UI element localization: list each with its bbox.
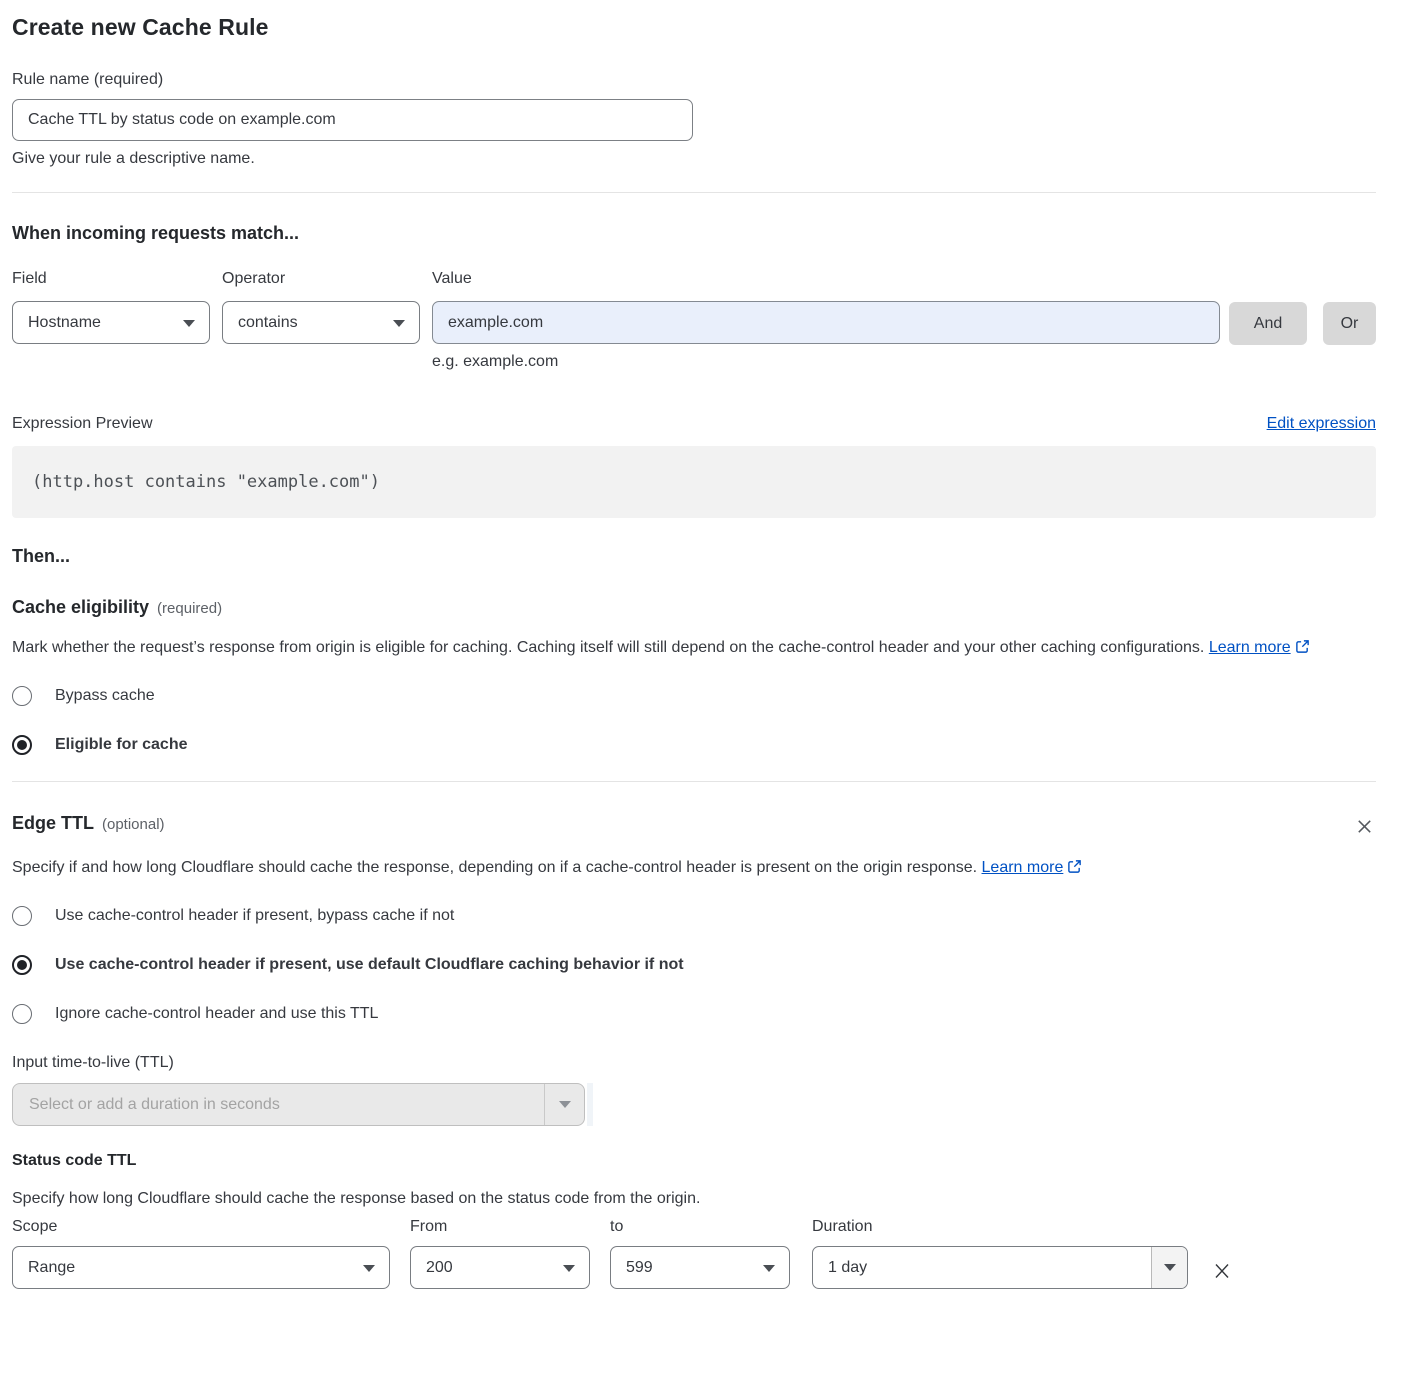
radio-use-header-bypass[interactable]: Use cache-control header if present, byp… bbox=[12, 906, 1376, 926]
page-title: Create new Cache Rule bbox=[12, 14, 1376, 41]
from-select[interactable]: 200 bbox=[410, 1246, 590, 1289]
field-select[interactable]: Hostname bbox=[12, 301, 210, 344]
radio-icon bbox=[12, 686, 32, 706]
to-select-value: 599 bbox=[626, 1259, 653, 1277]
ttl-duration-select[interactable]: Select or add a duration in seconds bbox=[12, 1083, 585, 1126]
external-link-icon bbox=[1067, 856, 1082, 884]
dropdown-arrow-segment bbox=[544, 1084, 584, 1125]
chevron-down-icon bbox=[393, 320, 405, 327]
operator-label: Operator bbox=[222, 270, 420, 288]
decorative-strip bbox=[587, 1083, 593, 1126]
external-link-icon bbox=[1295, 636, 1310, 664]
scope-select-value: Range bbox=[28, 1259, 75, 1277]
to-column: to 599 bbox=[610, 1218, 790, 1289]
expression-preview-row: Expression Preview Edit expression bbox=[12, 415, 1376, 433]
chevron-down-icon bbox=[363, 1265, 375, 1272]
radio-eligible-for-cache[interactable]: Eligible for cache bbox=[12, 735, 1376, 755]
radio-icon bbox=[12, 1004, 32, 1024]
close-edge-ttl-button[interactable] bbox=[1353, 815, 1376, 841]
radio-ignore-header[interactable]: Ignore cache-control header and use this… bbox=[12, 1004, 1376, 1024]
field-label: Field bbox=[12, 270, 210, 288]
value-column: Value e.g. example.com bbox=[432, 270, 1220, 371]
status-code-ttl-heading: Status code TTL bbox=[12, 1152, 1376, 1170]
ttl-input-label: Input time-to-live (TTL) bbox=[12, 1054, 1376, 1072]
from-select-value: 200 bbox=[426, 1259, 453, 1277]
duration-select[interactable]: 1 day bbox=[812, 1246, 1188, 1289]
duration-column: Duration 1 day bbox=[812, 1218, 1188, 1289]
from-column: From 200 bbox=[410, 1218, 590, 1289]
rule-name-label: Rule name (required) bbox=[12, 71, 1376, 89]
status-code-ttl-row: Scope Range From 200 to 599 Duration 1 d… bbox=[12, 1218, 1376, 1289]
operator-select-value: contains bbox=[238, 314, 298, 332]
value-help: e.g. example.com bbox=[432, 353, 1220, 371]
chevron-down-icon bbox=[1164, 1264, 1176, 1271]
expression-preview-box: (http.host contains "example.com") bbox=[12, 446, 1376, 518]
then-heading: Then... bbox=[12, 546, 1376, 567]
to-select[interactable]: 599 bbox=[610, 1246, 790, 1289]
section-divider bbox=[12, 781, 1376, 782]
radio-icon bbox=[12, 906, 32, 926]
edit-expression-link[interactable]: Edit expression bbox=[1267, 415, 1376, 433]
edge-ttl-heading: Edge TTL(optional) bbox=[12, 813, 165, 834]
edge-ttl-header: Edge TTL(optional) bbox=[12, 813, 1376, 841]
section-divider bbox=[12, 192, 1376, 193]
chevron-down-icon bbox=[183, 320, 195, 327]
value-input[interactable] bbox=[432, 301, 1220, 344]
value-label: Value bbox=[432, 270, 1220, 288]
rule-name-help: Give your rule a descriptive name. bbox=[12, 150, 1376, 168]
radio-use-header-default[interactable]: Use cache-control header if present, use… bbox=[12, 955, 1376, 975]
learn-more-link[interactable]: Learn more bbox=[1209, 639, 1291, 656]
from-label: From bbox=[410, 1218, 590, 1236]
and-button[interactable]: And bbox=[1229, 302, 1307, 345]
chevron-down-icon bbox=[559, 1101, 571, 1108]
cache-eligibility-heading: Cache eligibility(required) bbox=[12, 597, 1376, 618]
edge-ttl-description: Specify if and how long Cloudflare shoul… bbox=[12, 854, 1117, 884]
duration-label: Duration bbox=[812, 1218, 1188, 1236]
chevron-down-icon bbox=[763, 1265, 775, 1272]
optional-note: (optional) bbox=[102, 816, 165, 833]
or-button[interactable]: Or bbox=[1323, 302, 1376, 345]
duration-select-value: 1 day bbox=[828, 1259, 867, 1277]
operator-column: Operator contains bbox=[222, 270, 420, 344]
match-expression-row: Field Hostname Operator contains Value e… bbox=[12, 270, 1376, 371]
operator-select[interactable]: contains bbox=[222, 301, 420, 344]
scope-column: Scope Range bbox=[12, 1218, 390, 1289]
delete-status-code-row-button[interactable] bbox=[1210, 1259, 1234, 1286]
scope-select[interactable]: Range bbox=[12, 1246, 390, 1289]
status-code-ttl-description: Specify how long Cloudflare should cache… bbox=[12, 1190, 1376, 1208]
close-icon bbox=[1355, 817, 1374, 836]
expression-preview-label: Expression Preview bbox=[12, 415, 153, 433]
radio-bypass-cache[interactable]: Bypass cache bbox=[12, 686, 1376, 706]
match-section-heading: When incoming requests match... bbox=[12, 223, 1376, 244]
field-select-value: Hostname bbox=[28, 314, 101, 332]
rule-name-input[interactable] bbox=[12, 99, 693, 141]
close-icon bbox=[1212, 1261, 1232, 1281]
ttl-placeholder: Select or add a duration in seconds bbox=[13, 1096, 544, 1114]
radio-selected-icon bbox=[12, 735, 32, 755]
to-label: to bbox=[610, 1218, 790, 1236]
radio-selected-icon bbox=[12, 955, 32, 975]
scope-label: Scope bbox=[12, 1218, 390, 1236]
required-note: (required) bbox=[157, 600, 222, 617]
learn-more-link[interactable]: Learn more bbox=[982, 859, 1064, 876]
chevron-down-icon bbox=[563, 1265, 575, 1272]
dropdown-arrow-segment bbox=[1151, 1247, 1187, 1288]
expression-code: (http.host contains "example.com") bbox=[32, 472, 380, 492]
cache-eligibility-description: Mark whether the request’s response from… bbox=[12, 634, 1357, 664]
field-column: Field Hostname bbox=[12, 270, 210, 344]
